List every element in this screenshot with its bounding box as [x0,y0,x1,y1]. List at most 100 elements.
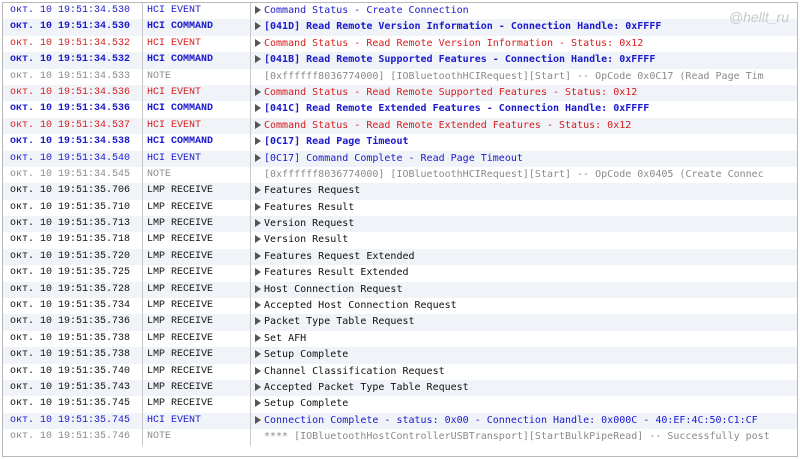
log-timestamp: окт. 10 19:51:35.706 [10,185,131,197]
log-timestamp: окт. 10 19:51:35.746 [10,431,131,443]
log-timestamp: окт. 10 19:51:35.720 [10,250,131,262]
log-type: HCI EVENT [147,5,202,16]
log-row[interactable]: окт. 10 19:51:34.545 NOTE [0xffffff8036774… [3,166,797,184]
disclosure-triangle-icon[interactable] [255,6,261,14]
log-timestamp: окт. 10 19:51:35.745 [10,414,131,426]
log-message-cell: [041C] Read Remote Extended Features - C… [251,101,797,117]
watermark: @hellt_ru [728,9,789,25]
log-row[interactable]: окт. 10 19:51:35.725 LMP RECEIVE Features … [3,265,797,282]
disclosure-triangle-icon[interactable] [255,366,261,375]
disclosure-triangle-icon[interactable] [255,333,261,342]
disclosure-triangle-icon[interactable] [255,350,261,359]
log-row[interactable]: окт. 10 19:51:35.743 LMP RECEIVE Accepted … [3,379,797,397]
disclosure-triangle-icon[interactable] [255,219,261,228]
log-row[interactable]: окт. 10 19:51:35.734 LMP RECEIVE Accepted … [3,298,797,315]
log-row[interactable]: окт. 10 19:51:35.728 LMP RECEIVE Host Conn… [3,281,797,299]
disclosure-triangle-icon[interactable] [255,382,261,391]
disclosure-triangle-icon[interactable] [255,153,261,162]
log-type: NOTE [147,168,172,180]
log-row[interactable]: окт. 10 19:51:34.530 HCI COMMAND [041D] Re… [3,19,797,36]
log-message-cell: [041B] Read Remote Supported Features - … [251,52,797,68]
log-message: Command Status - Create Connection [264,5,469,16]
log-row[interactable]: окт. 10 19:51:35.738 LMP RECEIVE Setup Com… [3,347,797,364]
log-row[interactable]: окт. 10 19:51:35.706 LMP RECEIVE Features … [3,183,797,200]
disclosure-triangle-icon[interactable] [255,104,261,113]
log-timestamp: окт. 10 19:51:35.745 [10,398,131,410]
log-row[interactable]: окт. 10 19:51:34.537 HCI EVENT Command Sta… [3,117,797,135]
disclosure-triangle-icon[interactable] [255,399,261,408]
disclosure-triangle-icon[interactable] [255,301,261,310]
log-row[interactable]: окт. 10 19:51:34.532 HCI EVENT Command Sta… [3,35,797,53]
log-message-cell: Set AFH [251,331,797,347]
log-type: HCI EVENT [147,86,202,98]
log-timestamp: окт. 10 19:51:35.743 [10,381,131,393]
log-row[interactable]: окт. 10 19:51:35.740 LMP RECEIVE Channel C… [3,363,797,380]
log-row[interactable]: окт. 10 19:51:35.736 LMP RECEIVE Packet Ty… [3,314,797,331]
disclosure-triangle-icon[interactable] [255,202,261,211]
disclosure-triangle-icon[interactable] [255,137,261,146]
log-type: LMP RECEIVE [147,185,214,197]
log-timestamp: окт. 10 19:51:35.725 [10,267,131,279]
disclosure-triangle-icon[interactable] [255,317,261,326]
log-timestamp: окт. 10 19:51:35.738 [10,332,131,344]
log-message-cell: [0xffffff8036774000] [IOBluetoothHCIRequ… [251,69,797,85]
log-row[interactable]: окт. 10 19:51:34.536 HCI COMMAND [041C] Re… [3,101,797,118]
log-message: [041D] Read Remote Version Information -… [264,21,662,33]
log-message-cell: Packet Type Table Request [251,314,797,330]
log-row[interactable]: окт. 10 19:51:35.713 LMP RECEIVE Version R… [3,216,797,233]
log-timestamp: окт. 10 19:51:34.536 [10,86,131,98]
log-row[interactable]: окт. 10 19:51:34.538 HCI COMMAND [0C17] Re… [3,134,797,151]
log-row[interactable]: окт. 10 19:51:34.533 NOTE [0xffffff8036774… [3,68,797,85]
log-row[interactable]: окт. 10 19:51:35.745 HCI EVENT Connection … [3,412,797,430]
disclosure-triangle-icon[interactable] [255,235,261,244]
log-message: Setup Complete [264,398,349,410]
log-type: LMP RECEIVE [147,332,214,344]
log-message-cell: Connection Complete - status: 0x00 - Con… [251,413,797,429]
disclosure-triangle-icon[interactable] [255,251,261,260]
log-message-cell: Command Status - Read Remote Version Inf… [251,36,797,52]
disclosure-triangle-icon[interactable] [255,38,261,47]
log-row[interactable]: окт. 10 19:51:35.745 LMP RECEIVE Setup Com… [3,396,797,413]
disclosure-triangle-icon[interactable] [255,268,261,277]
log-row[interactable]: окт. 10 19:51:34.540 HCI EVENT [0C17] Comm… [3,150,797,167]
log-row[interactable]: окт. 10 19:51:35.720 LMP RECEIVE Features … [3,248,797,266]
log-type: LMP RECEIVE [147,201,214,213]
log-type: LMP RECEIVE [147,250,214,262]
log-message: Command Status - Read Remote Extended Fe… [264,119,632,131]
disclosure-triangle-icon[interactable] [255,120,261,129]
log-type: LMP RECEIVE [147,283,214,295]
log-type: LMP RECEIVE [147,381,214,393]
log-message-cell: [041D] Read Remote Version Information -… [251,19,797,35]
log-type: NOTE [147,70,172,82]
log-timestamp: окт. 10 19:51:35.718 [10,234,131,246]
log-row[interactable]: окт. 10 19:51:34.536 HCI EVENT Command Sta… [3,84,797,102]
disclosure-triangle-icon[interactable] [255,22,261,31]
log-timestamp: окт. 10 19:51:34.532 [10,37,131,49]
log-message-cell: [0C17] Read Page Timeout [251,134,797,150]
log-timestamp: окт. 10 19:51:35.740 [10,365,131,377]
log-message-cell: [0C17] Command Complete - Read Page Time… [251,151,797,167]
log-type: LMP RECEIVE [147,349,214,361]
log-message: Command Status - Read Remote Supported F… [264,86,638,98]
log-row[interactable]: окт. 10 19:51:34.532 HCI COMMAND [041B] Re… [3,52,797,69]
log-row[interactable]: окт. 10 19:51:35.718 LMP RECEIVE Version R… [3,232,797,249]
log-message: Host Connection Request [264,283,403,295]
log-row[interactable]: окт. 10 19:51:35.738 LMP RECEIVE Set AFH [3,330,797,348]
log-message: [0xffffff8036774000] [IOBluetoothHCIRequ… [264,168,764,180]
log-timestamp: окт. 10 19:51:34.545 [10,168,131,180]
log-timestamp: окт. 10 19:51:34.540 [10,152,131,164]
log-message: Accepted Packet Type Table Request [264,381,469,393]
log-row[interactable]: окт. 10 19:51:35.710 LMP RECEIVE Features … [3,199,797,217]
log-type: HCI COMMAND [147,103,214,115]
log-timestamp: окт. 10 19:51:35.728 [10,283,131,295]
disclosure-triangle-icon[interactable] [255,284,261,293]
disclosure-triangle-icon[interactable] [255,55,261,64]
log-message-cell: Features Request Extended [251,249,797,265]
log-message: Connection Complete - status: 0x00 - Con… [264,414,758,426]
disclosure-triangle-icon[interactable] [255,415,261,424]
log-row[interactable]: окт. 10 19:51:34.530 HCI EVENT Command Sta… [3,3,797,20]
disclosure-triangle-icon[interactable] [255,186,261,195]
disclosure-triangle-icon[interactable] [255,87,261,96]
log-row[interactable]: окт. 10 19:51:35.746 NOTE **** [IOBluetoot… [3,429,797,446]
log-message-cell: Command Status - Read Remote Supported F… [251,85,797,101]
